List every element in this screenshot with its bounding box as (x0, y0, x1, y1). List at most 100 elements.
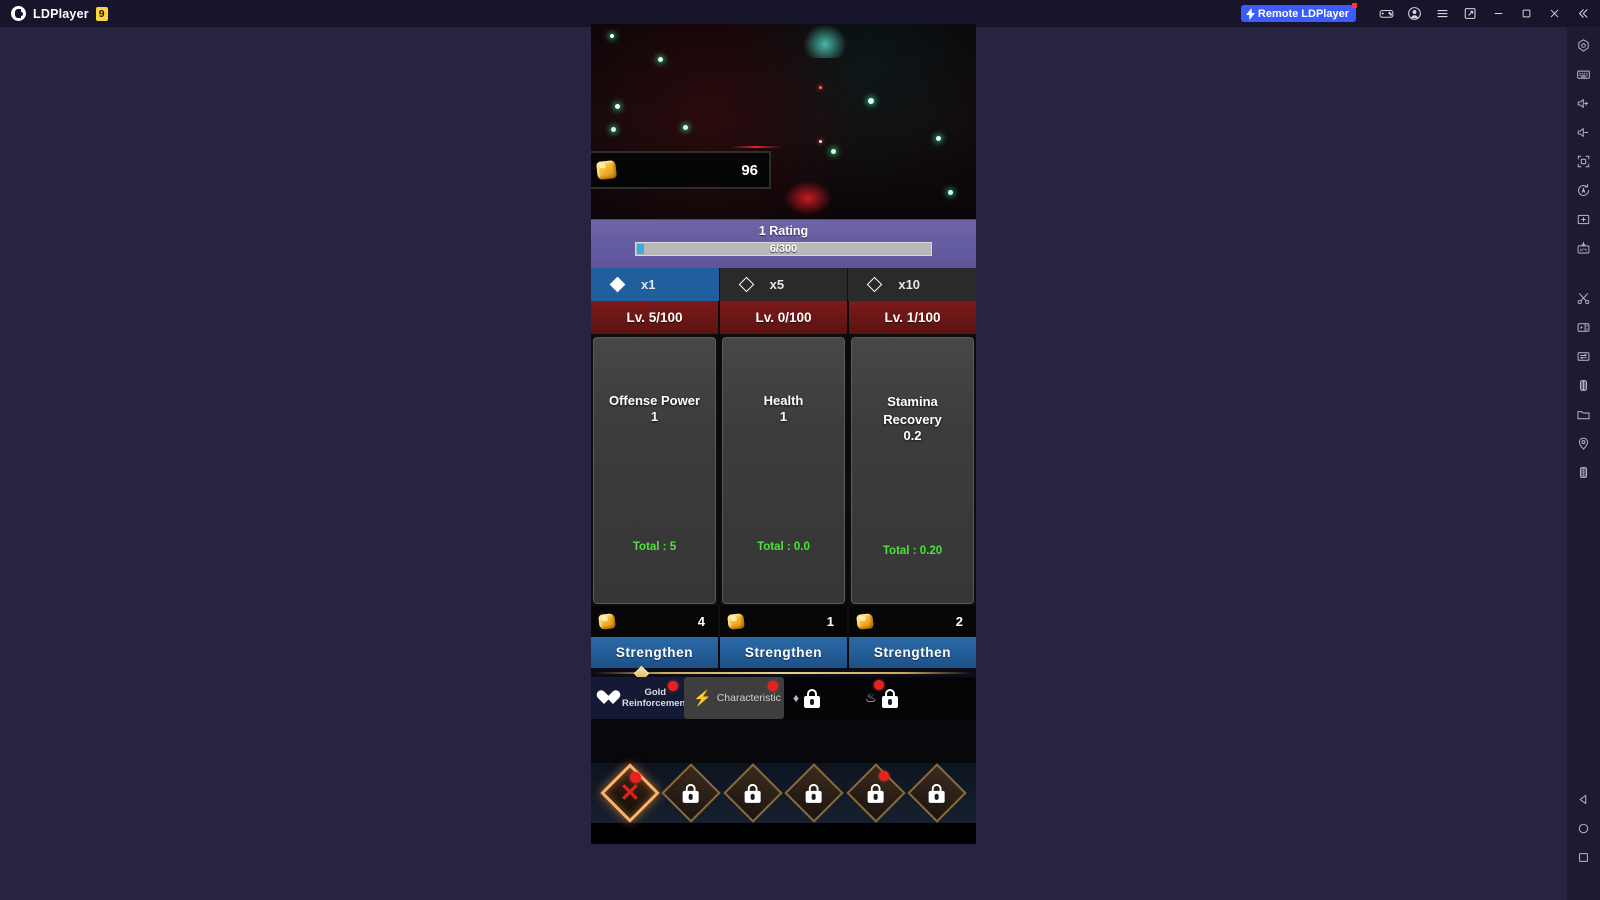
gold-nugget-icon (598, 613, 616, 630)
rating-progress-fill (637, 244, 645, 254)
video-record-icon[interactable] (1567, 313, 1600, 342)
menu-icon[interactable] (1428, 0, 1456, 27)
notification-badge (668, 681, 678, 691)
stat-card-cell: Stamina Recovery 0.2 Total : 0.20 (849, 335, 976, 606)
collapse-icon[interactable] (1568, 0, 1596, 27)
back-icon[interactable] (1567, 785, 1600, 814)
lightning-icon (1245, 7, 1255, 20)
strengthen-button-health[interactable]: Strengthen (720, 637, 849, 668)
maximize-icon[interactable] (1512, 0, 1540, 27)
lock-icon (806, 783, 823, 803)
screen-bottom-bar (591, 823, 976, 837)
diamond-filled-icon (609, 276, 626, 293)
multiplier-label: x10 (898, 277, 921, 292)
equipment-slot-4[interactable] (784, 763, 846, 823)
equipment-slot-3[interactable] (722, 763, 784, 823)
multiplier-label: x1 (641, 277, 656, 292)
app-brand: LDPlayer 9 (0, 6, 108, 21)
lock-icon (744, 783, 761, 803)
level-badge-offense-power: Lv. 5/100 (591, 301, 720, 334)
multiplier-option-x10[interactable]: x10 (848, 268, 976, 301)
equipment-slot-5[interactable] (845, 763, 907, 823)
home-icon[interactable] (1567, 814, 1600, 843)
equipment-slot-6[interactable] (907, 763, 969, 823)
shake-icon[interactable] (1567, 371, 1600, 400)
diamond-outline-icon (867, 276, 883, 293)
cost-amount: 2 (955, 614, 963, 629)
green-spark (658, 57, 663, 62)
divider-line (595, 672, 972, 674)
keyboard-icon[interactable] (1567, 60, 1600, 89)
stat-cards-row: Offense Power 1 Total : 5 Health 1 Total… (591, 334, 976, 606)
strengthen-button-offense-power[interactable]: Strengthen (591, 637, 720, 668)
cost-stamina-recovery: 2 (849, 606, 976, 637)
slot-frame (661, 763, 721, 823)
location-icon[interactable] (1567, 429, 1600, 458)
auto-rotate-icon[interactable] (1567, 176, 1600, 205)
tab-label: Gold Reinforcement (622, 687, 689, 709)
gamepad-icon[interactable] (1372, 0, 1400, 27)
volume-up-icon[interactable] (1567, 89, 1600, 118)
tab-gold-reinforcement[interactable]: Gold Reinforcement (591, 677, 689, 719)
emulator-screen[interactable]: 96 1 Rating 6/300 x1 x5 x10 Lv. 5/100 Lv… (591, 24, 976, 844)
strengthen-button-stamina-recovery[interactable]: Strengthen (849, 637, 976, 668)
multiplier-label: x5 (769, 277, 785, 292)
stat-name: Health (763, 393, 804, 408)
tab-label: Characteristic (716, 691, 781, 704)
stat-card-health[interactable]: Health 1 Total : 0.0 (722, 337, 845, 604)
recents-icon[interactable] (1567, 843, 1600, 872)
equipment-slot-2[interactable] (661, 763, 723, 823)
flame-icon: ♨ (865, 690, 877, 705)
resize-icon[interactable] (1567, 147, 1600, 176)
notification-badge (768, 681, 778, 691)
sync-icon[interactable] (1567, 342, 1600, 371)
account-icon[interactable] (1400, 0, 1428, 27)
tab-characteristic[interactable]: ⚡ Characteristic (684, 677, 784, 719)
slot-frame (846, 763, 906, 823)
cost-amount: 1 (826, 614, 834, 629)
title-bar: LDPlayer 9 Remote LDPlayer (0, 0, 1600, 27)
empty-content-area (591, 719, 976, 763)
apk-install-icon[interactable]: APK (1567, 234, 1600, 263)
game-viewport[interactable]: 96 (591, 24, 976, 219)
gold-nugget-icon (727, 613, 745, 630)
stat-card-offense-power[interactable]: Offense Power 1 Total : 5 (593, 337, 716, 604)
lock-icon (881, 688, 898, 708)
multiplier-option-x5[interactable]: x5 (719, 268, 849, 301)
screenshot-icon[interactable] (1567, 205, 1600, 234)
fullscreen-hex-icon[interactable] (1567, 31, 1600, 60)
equipment-slot-1[interactable]: ✕ (599, 763, 661, 823)
gold-nugget-icon (596, 160, 617, 180)
folder-icon[interactable] (1567, 400, 1600, 429)
slot-frame (784, 763, 844, 823)
lock-icon (929, 783, 946, 803)
minimize-icon[interactable] (1484, 0, 1512, 27)
volume-down-icon[interactable] (1567, 118, 1600, 147)
gold-amount: 96 (741, 161, 758, 179)
tab-locked-diamond[interactable]: ♦ (784, 677, 856, 719)
diamond-icon: ♦ (793, 691, 800, 705)
svg-text:APK: APK (1580, 247, 1588, 252)
green-spark (831, 149, 836, 154)
close-icon[interactable] (1540, 0, 1568, 27)
cost-health: 1 (720, 606, 849, 637)
multi-instance-icon[interactable] (1456, 0, 1484, 27)
slot-frame (723, 763, 783, 823)
gold-counter-hud: 96 (591, 151, 771, 189)
remote-ldplayer-button[interactable]: Remote LDPlayer (1240, 3, 1357, 22)
app-version-badge: 9 (95, 6, 108, 21)
particle-layer (591, 24, 976, 219)
multiplier-option-x1[interactable]: x1 (591, 268, 720, 301)
remote-notification-dot (1352, 3, 1357, 8)
scissors-icon[interactable] (1567, 284, 1600, 313)
notification-badge (878, 771, 889, 781)
category-tab-bar: Gold Reinforcement ⚡ Characteristic ♦ ♨ (591, 677, 976, 719)
tab-locked-flame[interactable]: ♨ (856, 677, 928, 719)
red-streak-effect (731, 146, 781, 148)
virtual-phone-icon[interactable] (1567, 458, 1600, 487)
stat-card-stamina-recovery[interactable]: Stamina Recovery 0.2 Total : 0.20 (851, 337, 974, 604)
rating-panel: 1 Rating 6/300 (591, 219, 976, 268)
notification-badge (874, 680, 884, 690)
remote-ldplayer-label: Remote LDPlayer (1257, 7, 1349, 20)
stat-name: Offense Power (608, 393, 701, 408)
